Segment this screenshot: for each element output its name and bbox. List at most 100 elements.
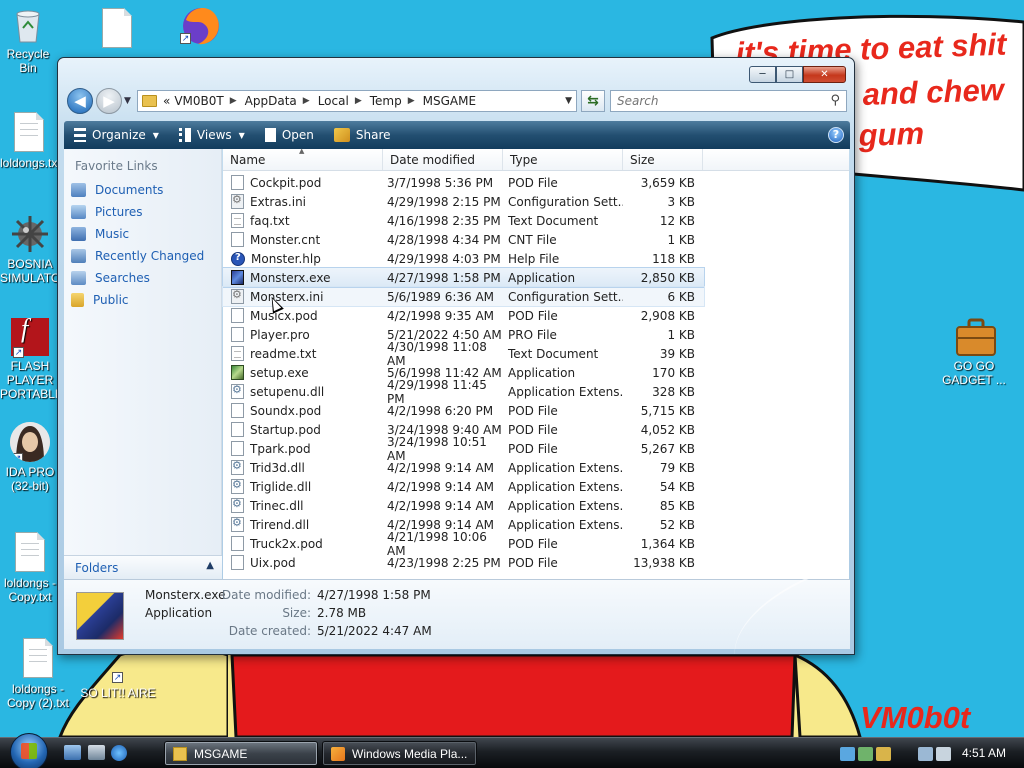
minimize-button[interactable]: ─ bbox=[749, 66, 776, 83]
column-header-size[interactable]: Size bbox=[623, 149, 703, 170]
search-icon[interactable]: ⚲ bbox=[830, 93, 840, 108]
breadcrumb-separator-icon[interactable]: ▶ bbox=[408, 96, 415, 106]
back-button[interactable]: ◀ bbox=[67, 88, 93, 114]
desktop-icon-loldongs-copy[interactable]: loldongs - Copy.txt bbox=[0, 532, 60, 604]
breadcrumb-overflow[interactable]: « bbox=[163, 94, 170, 108]
column-header-date-modified[interactable]: Date modified bbox=[383, 149, 503, 170]
help-button[interactable]: ? bbox=[828, 127, 844, 143]
search-box[interactable]: ⚲ bbox=[610, 90, 847, 112]
file-row[interactable]: Monsterx.exe 4/27/1998 1:58 PM Application… bbox=[222, 267, 705, 288]
address-bar[interactable]: « VM0B0T ▶ AppData ▶ Local ▶ Temp ▶ MSGAME ▼ bbox=[137, 90, 577, 112]
desktop-icon-loldongs-txt[interactable]: loldongs.txt bbox=[0, 112, 58, 170]
tray-network-icon[interactable] bbox=[840, 746, 855, 761]
desktop-icon-document[interactable] bbox=[77, 8, 157, 48]
desktop-icon-recycle-bin[interactable]: Recycle Bin bbox=[0, 4, 56, 75]
file-row[interactable]: Cockpit.pod 3/7/1998 5:36 PM POD File 3,659… bbox=[223, 173, 849, 192]
desktop-icon-firefox[interactable]: ↗ bbox=[158, 2, 238, 45]
breadcrumb-separator-icon[interactable]: ▶ bbox=[303, 96, 310, 106]
file-row[interactable]: Trinec.dll 4/2/1998 9:14 AM Application Ex… bbox=[223, 496, 849, 515]
internet-explorer-icon[interactable] bbox=[111, 745, 127, 761]
column-header-type[interactable]: Type bbox=[503, 149, 623, 170]
share-button[interactable]: Share bbox=[324, 121, 401, 149]
file-row[interactable]: Soundx.pod 4/2/1998 6:20 PM POD File 5,715 … bbox=[223, 401, 849, 420]
file-row[interactable]: faq.txt 4/16/1998 2:35 PM Text Document 12 … bbox=[223, 211, 849, 230]
breadcrumb-item[interactable]: AppData bbox=[245, 94, 297, 108]
breadcrumb-item[interactable]: VM0B0T bbox=[174, 94, 223, 108]
file-row[interactable]: Player.pro 5/21/2022 4:50 AM PRO File 1 KB bbox=[223, 325, 849, 344]
file-name-cell[interactable]: readme.txt bbox=[223, 346, 383, 361]
file-row[interactable]: Trirend.dll4/2/1998 9:14 AMApplication E… bbox=[223, 515, 849, 534]
file-name-cell[interactable]: Startup.pod bbox=[223, 422, 383, 437]
tray-volume-muted-icon[interactable] bbox=[936, 746, 951, 761]
tray-app-icon[interactable] bbox=[858, 746, 873, 761]
file-row[interactable]: Startup.pod 3/24/1998 9:40 AM POD File 4,05… bbox=[223, 420, 849, 439]
start-button[interactable] bbox=[10, 733, 48, 768]
file-name-cell[interactable]: Trid3d.dll bbox=[223, 460, 383, 475]
file-row[interactable]: setup.exe 5/6/1998 11:42 AM Application 170… bbox=[223, 363, 849, 382]
folders-toggle[interactable]: Folders ▲ bbox=[64, 555, 222, 579]
forward-button[interactable]: ▶ bbox=[96, 88, 122, 114]
file-name-cell[interactable]: setupenu.dll bbox=[223, 384, 383, 399]
favorite-link-pictures[interactable]: Pictures bbox=[64, 201, 221, 223]
file-name-cell[interactable]: faq.txt bbox=[223, 213, 383, 228]
file-name-cell[interactable]: Player.pro bbox=[223, 327, 383, 342]
organize-button[interactable]: Organize ▼ bbox=[64, 121, 169, 149]
address-dropdown-icon[interactable]: ▼ bbox=[565, 96, 572, 106]
file-row[interactable]: Monster.cnt 4/28/1998 4:34 PM CNT File 1 KB bbox=[223, 230, 849, 249]
tray-app-icon[interactable] bbox=[876, 746, 891, 761]
file-row[interactable]: readme.txt 4/30/1998 11:08 AM Text Documen… bbox=[223, 340, 849, 368]
refresh-button[interactable]: ⇆ bbox=[581, 90, 605, 112]
file-name-cell[interactable]: Truck2x.pod bbox=[223, 536, 383, 551]
file-name-cell[interactable]: setup.exe bbox=[223, 365, 383, 380]
maximize-button[interactable]: □ bbox=[776, 66, 803, 83]
file-row[interactable]: setupenu.dll 4/29/1998 11:45 PM Applicatio… bbox=[223, 378, 849, 406]
search-input[interactable] bbox=[611, 91, 811, 111]
favorite-link-public[interactable]: Public bbox=[64, 289, 221, 311]
file-name-cell[interactable]: Tpark.pod bbox=[223, 441, 383, 456]
file-name-cell[interactable]: Monsterx.exe bbox=[223, 270, 383, 285]
desktop-icon-bosnia-simulator[interactable]: BOSNIA SIMULATOR bbox=[0, 214, 60, 285]
breadcrumb-item-current[interactable]: MSGAME bbox=[423, 94, 476, 108]
show-desktop-icon[interactable] bbox=[64, 745, 81, 760]
file-name-cell[interactable]: Cockpit.pod bbox=[223, 175, 383, 190]
close-button[interactable]: ✕ bbox=[803, 66, 846, 83]
breadcrumb-separator-icon[interactable]: ▶ bbox=[355, 96, 362, 106]
taskbar-button-windows-media-player[interactable]: Windows Media Pla... bbox=[322, 741, 477, 766]
desktop-icon-flash-player[interactable]: f ↗ FLASH PLAYER PORTABLE bbox=[0, 318, 60, 401]
file-name-cell[interactable]: Soundx.pod bbox=[223, 403, 383, 418]
breadcrumb-item[interactable]: Local bbox=[318, 94, 349, 108]
file-name-cell[interactable]: Trirend.dll bbox=[223, 517, 383, 532]
desktop-icon-so-lit[interactable]: ↗ SO LIT!! AIRE bbox=[78, 655, 158, 700]
file-name-cell[interactable]: Triglide.dll bbox=[223, 479, 383, 494]
file-name-cell[interactable]: Trinec.dll bbox=[223, 498, 383, 513]
file-name-cell[interactable]: Monsterx.ini bbox=[223, 289, 383, 304]
open-button[interactable]: Open bbox=[255, 121, 324, 149]
file-name-cell[interactable]: Monster.hlp bbox=[223, 251, 383, 266]
file-row[interactable]: Monster.hlp 4/29/1998 4:03 PM Help File 118… bbox=[223, 249, 849, 268]
tray-display-icon[interactable] bbox=[918, 746, 933, 761]
file-row[interactable]: Tpark.pod 3/24/1998 10:51 AM POD File 5,267… bbox=[223, 435, 849, 463]
favorite-link-documents[interactable]: Documents bbox=[64, 179, 221, 201]
breadcrumb-separator-icon[interactable]: ▶ bbox=[230, 96, 237, 106]
recent-pages-dropdown[interactable]: ▼ bbox=[124, 96, 131, 106]
favorite-link-music[interactable]: Music bbox=[64, 223, 221, 245]
switch-windows-icon[interactable] bbox=[88, 745, 105, 760]
taskbar-clock[interactable]: 4:51 AM bbox=[962, 746, 1006, 760]
file-row[interactable]: Truck2x.pod 4/21/1998 10:06 AM POD File 1,3… bbox=[223, 530, 849, 558]
file-row[interactable]: Triglide.dll 4/2/1998 9:14 AM Application … bbox=[223, 477, 849, 496]
file-row[interactable]: Trid3d.dll 4/2/1998 9:14 AM Application Ex… bbox=[223, 458, 849, 477]
taskbar-button-msgame[interactable]: MSGAME bbox=[164, 741, 318, 766]
file-row[interactable]: Extras.ini 4/29/1998 2:15 PM Configuration… bbox=[223, 192, 849, 211]
favorite-link-searches[interactable]: Searches bbox=[64, 267, 221, 289]
file-name-cell[interactable]: Musicx.pod bbox=[223, 308, 383, 323]
breadcrumb-item[interactable]: Temp bbox=[370, 94, 402, 108]
favorite-link-recently-changed[interactable]: Recently Changed bbox=[64, 245, 221, 267]
file-row[interactable]: Monsterx.ini 5/6/1989 6:36 AM Configuratio… bbox=[222, 286, 705, 307]
file-name-cell[interactable]: Uix.pod bbox=[223, 555, 383, 570]
views-button[interactable]: Views ▼ bbox=[169, 121, 255, 149]
desktop-icon-go-go-gadget[interactable]: GO GO GADGET ... bbox=[934, 316, 1014, 387]
desktop-icon-ida-pro[interactable]: ↗ IDA PRO (32-bit) bbox=[0, 422, 60, 493]
file-row[interactable]: Uix.pod 4/23/1998 2:25 PM POD File 13,938 K… bbox=[223, 553, 849, 572]
file-name-cell[interactable]: Extras.ini bbox=[223, 194, 383, 209]
file-name-cell[interactable]: Monster.cnt bbox=[223, 232, 383, 247]
